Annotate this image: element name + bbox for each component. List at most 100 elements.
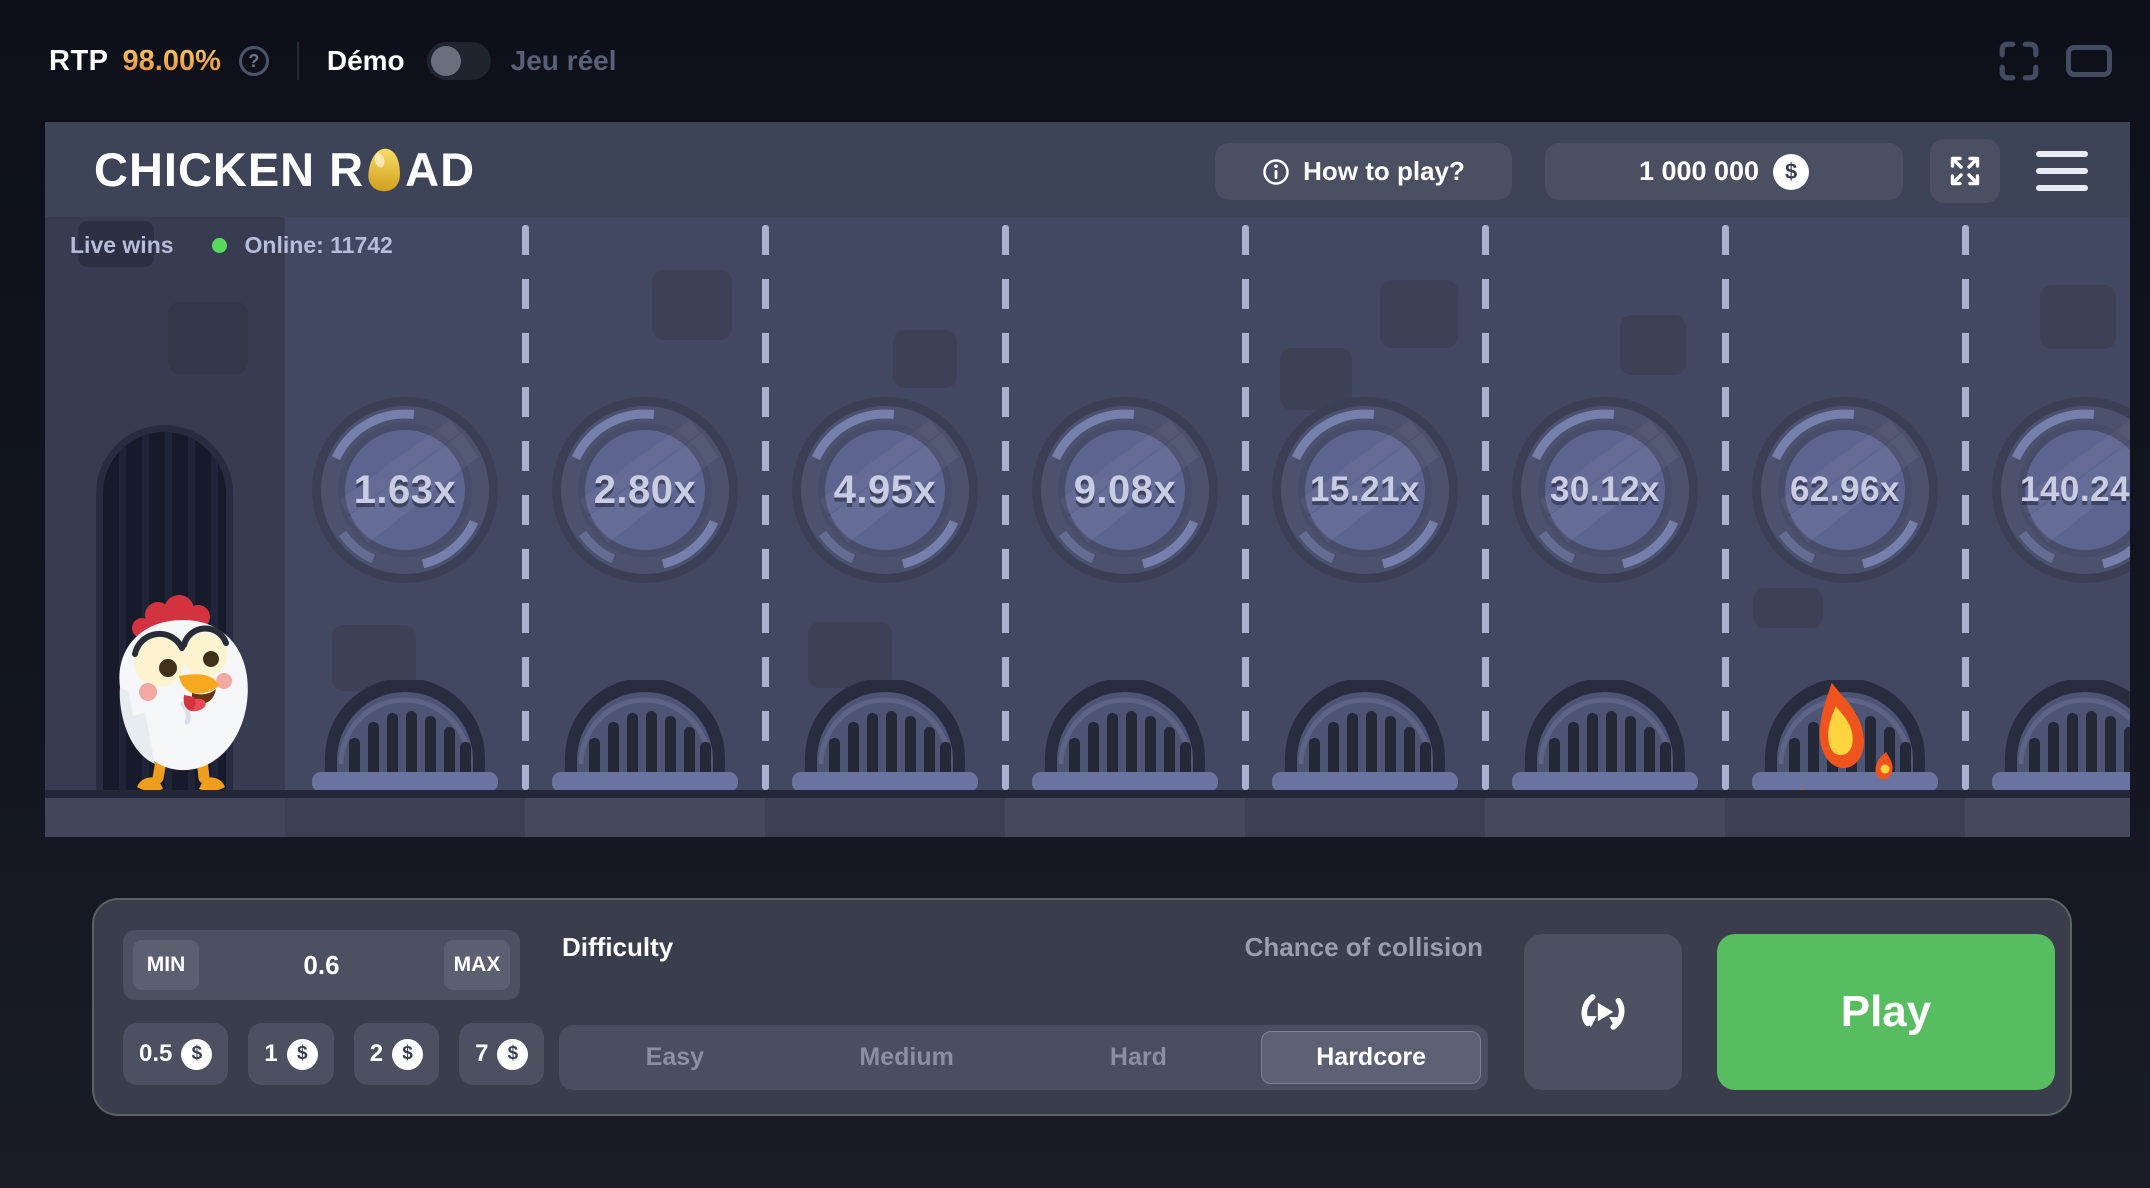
grate-base	[1512, 772, 1698, 792]
cycle-arrows-icon	[1570, 979, 1636, 1045]
curb-block	[1005, 798, 1245, 837]
bet-chip-2[interactable]: 2$	[354, 1023, 439, 1085]
grate-base	[1032, 772, 1218, 792]
demo-label: Démo	[327, 45, 405, 77]
road-edge	[45, 790, 2130, 798]
road-patch	[1620, 315, 1686, 375]
online-count: Online: 11742	[245, 232, 393, 259]
logo-text-right: AD	[405, 142, 475, 197]
dollar-coin-icon: $	[181, 1039, 212, 1070]
chance-of-collision-label: Chance of collision	[1043, 932, 1483, 963]
road-patch	[1380, 280, 1458, 348]
expand-arrows-icon	[1948, 154, 1982, 188]
dollar-coin-icon: $	[497, 1039, 528, 1070]
rtp-label: RTP	[49, 45, 109, 78]
difficulty-option-hard[interactable]: Hard	[1030, 1031, 1248, 1084]
curb-block	[1245, 798, 1485, 837]
dollar-coin-icon: $	[392, 1039, 423, 1070]
menu-hamburger-icon[interactable]	[2036, 151, 2088, 191]
curb-block	[765, 798, 1005, 837]
bet-amount-value[interactable]: 0.6	[303, 950, 339, 981]
chip-value: 7	[475, 1040, 488, 1068]
grate-base	[1272, 772, 1458, 792]
multiplier-hole[interactable]: 1.63x	[310, 395, 500, 585]
toggle-knob	[431, 46, 461, 76]
dollar-coin-icon: $	[287, 1039, 318, 1070]
lane-divider	[1722, 225, 1729, 790]
multiplier-hole[interactable]: 30.12x	[1510, 395, 1700, 585]
bet-chip-0.5[interactable]: 0.5 $	[123, 1023, 228, 1085]
info-icon	[1262, 158, 1290, 186]
chip-value: 1	[264, 1040, 277, 1068]
lane-divider	[522, 225, 529, 790]
chicken-road-logo: CHICKEN R AD	[94, 122, 475, 217]
min-bet-button[interactable]: MIN	[133, 940, 199, 990]
how-to-play-button[interactable]: How to play?	[1215, 143, 1512, 200]
rtp-value: 98.00%	[123, 45, 221, 78]
topbar-icons	[1998, 0, 2112, 122]
difficulty-label: Difficulty	[562, 932, 673, 963]
multiplier-hole[interactable]: 4.95x	[790, 395, 980, 585]
bet-chips-row: 0.5$1$2$7$	[123, 1023, 544, 1085]
control-panel: MIN 0.6 MAX 0.5$1$2$7$ Difficulty Chance…	[92, 898, 2072, 1116]
curb-block	[1725, 798, 1965, 837]
live-wins-label: Live wins	[70, 232, 174, 259]
chicken-road-app: RTP 98.00% ? Démo Jeu réel	[0, 0, 2150, 1188]
difficulty-segmented-control: Easy Medium HardHardcore	[559, 1025, 1488, 1090]
lane-divider	[1242, 225, 1249, 790]
grate-base	[552, 772, 738, 792]
multiplier-hole[interactable]: 140.24x	[1990, 395, 2130, 585]
egg-icon	[364, 144, 404, 194]
real-play-label: Jeu réel	[511, 45, 617, 77]
theatre-mode-icon[interactable]	[2066, 45, 2112, 77]
multiplier-hole[interactable]: 9.08x	[1030, 395, 1220, 585]
online-dot	[212, 238, 227, 253]
autoplay-cycle-button[interactable]	[1524, 934, 1682, 1090]
curb-block	[285, 798, 525, 837]
top-bar: RTP 98.00% ? Démo Jeu réel	[0, 0, 2150, 122]
multiplier-value: 15.21x	[1270, 395, 1460, 585]
difficulty-option-hardcore[interactable]: Hardcore	[1261, 1031, 1481, 1084]
how-to-play-label: How to play?	[1303, 156, 1465, 187]
multiplier-value: 9.08x	[1030, 395, 1220, 585]
road-patch	[2040, 285, 2116, 349]
game-header: CHICKEN R AD How to play?	[45, 122, 2130, 217]
fullscreen-expand-button[interactable]	[1930, 139, 2000, 203]
road-patch	[893, 330, 957, 388]
live-status-row: Live wins Online: 11742	[70, 223, 393, 267]
multiplier-value: 2.80x	[550, 395, 740, 585]
play-button[interactable]: Play	[1717, 934, 2055, 1090]
multiplier-hole[interactable]: 15.21x	[1270, 395, 1460, 585]
multiplier-value: 62.96x	[1750, 395, 1940, 585]
difficulty-option-easy[interactable]: Easy	[566, 1031, 784, 1084]
topbar-divider	[297, 42, 299, 80]
multiplier-hole[interactable]: 2.80x	[550, 395, 740, 585]
curb	[45, 798, 2130, 837]
logo-text-left: CHICKEN R	[94, 142, 364, 197]
balance-display[interactable]: 1 000 000 $	[1545, 143, 1903, 200]
balance-value: 1 000 000	[1639, 156, 1759, 187]
chip-value: 0.5	[139, 1040, 172, 1068]
road-patch	[1753, 588, 1823, 628]
fullscreen-brackets-icon[interactable]	[1998, 40, 2040, 82]
rtp-row: RTP 98.00% ? Démo Jeu réel	[49, 0, 617, 122]
lane-divider	[762, 225, 769, 790]
demo-real-toggle[interactable]	[427, 42, 491, 80]
curb-block	[45, 798, 285, 837]
game-window: 1.63x 2.80x	[45, 122, 2130, 837]
multiplier-value: 4.95x	[790, 395, 980, 585]
multiplier-value: 140.24x	[1990, 395, 2130, 585]
curb-block	[525, 798, 765, 837]
road-patch	[168, 302, 248, 374]
multiplier-hole[interactable]: 62.96x	[1750, 395, 1940, 585]
rtp-help-icon[interactable]: ?	[239, 46, 269, 76]
road-patch	[652, 270, 732, 340]
difficulty-option-medium[interactable]: Medium	[798, 1031, 1016, 1084]
bet-chip-1[interactable]: 1$	[248, 1023, 333, 1085]
multiplier-value: 30.12x	[1510, 395, 1700, 585]
max-bet-button[interactable]: MAX	[444, 940, 510, 990]
grate-base	[1992, 772, 2130, 792]
bet-chip-7[interactable]: 7$	[459, 1023, 544, 1085]
chip-value: 2	[370, 1040, 383, 1068]
road-patch	[808, 622, 892, 688]
